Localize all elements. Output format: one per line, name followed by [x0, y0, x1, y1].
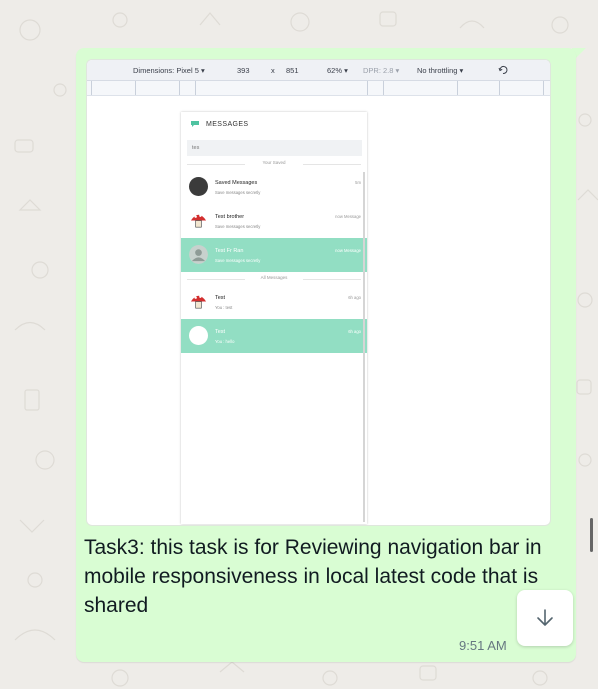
- chat-row[interactable]: Test You : test 6h ago: [181, 285, 367, 319]
- mushroom-avatar: [190, 295, 207, 309]
- search-value: tes: [192, 145, 200, 151]
- times-sign: x: [271, 66, 275, 75]
- dimensions-select: Dimensions: Pixel 5 ▾: [133, 66, 205, 75]
- avatar: [189, 177, 208, 196]
- section-all-messages: All Messages: [181, 275, 367, 283]
- chat-time: 5m: [355, 180, 361, 185]
- mushroom-avatar: [190, 214, 207, 228]
- search-input[interactable]: tes: [187, 140, 362, 156]
- messages-title: MESSAGES: [206, 121, 249, 128]
- chat-row[interactable]: Saved Messages Save messages secretly 5m: [181, 170, 367, 204]
- avatar: [189, 326, 208, 345]
- chat-bubble-icon: [191, 121, 199, 127]
- chat-preview: Save messages secretly: [215, 224, 261, 229]
- mobile-viewport: MESSAGES tes Your Saved Saved Messages S…: [181, 112, 367, 524]
- chat-preview: You : hello: [215, 339, 235, 344]
- chat-time: now Message: [335, 248, 361, 253]
- chat-row[interactable]: Test brother Save messages secretly now …: [181, 204, 367, 238]
- chat-time: 6h ago: [348, 295, 361, 300]
- message-time: 9:51 AM: [459, 638, 507, 653]
- chat-preview: Save messages secretly: [215, 258, 261, 263]
- chat-time: now Message: [335, 214, 361, 219]
- chat-name: Test brother: [215, 214, 245, 220]
- chat-preview: Save messages secretly: [215, 190, 261, 195]
- chat-name: Test: [215, 295, 226, 301]
- dpr-select: DPR: 2.8 ▾: [363, 66, 400, 75]
- chat-time: 6h ago: [348, 329, 361, 334]
- width-value: 393: [237, 66, 250, 75]
- chat-preview: You : test: [215, 305, 233, 310]
- chat-name: Test Fr Ran: [215, 248, 244, 254]
- screenshot-image[interactable]: Dimensions: Pixel 5 ▾ 393 x 851 62% ▾ DP…: [86, 59, 551, 526]
- rotate-icon: [498, 65, 508, 74]
- chat-name: Test: [215, 329, 226, 335]
- height-value: 851: [286, 66, 299, 75]
- chat-row-selected[interactable]: Test Fr Ran Save messages secretly now M…: [181, 238, 367, 272]
- throttling-select: No throttling ▾: [417, 66, 464, 75]
- zoom-select: 62% ▾: [327, 66, 348, 75]
- user-avatar: [189, 245, 208, 264]
- viewport-scrollbar[interactable]: [363, 172, 365, 522]
- scroll-to-bottom-button[interactable]: [517, 590, 573, 646]
- chat-scrollbar[interactable]: [590, 518, 593, 552]
- messages-header: MESSAGES: [181, 112, 367, 138]
- section-your-saved: Your Saved: [181, 160, 367, 168]
- arrow-down-icon: [537, 609, 553, 626]
- devtools-toolbar: Dimensions: Pixel 5 ▾ 393 x 851 62% ▾ DP…: [87, 60, 550, 81]
- chat-name: Saved Messages: [215, 180, 258, 186]
- chat-row-selected[interactable]: Test You : hello 6h ago: [181, 319, 367, 353]
- devtools-ruler: [87, 81, 550, 96]
- message-text: Task3: this task is for Reviewing naviga…: [84, 536, 542, 617]
